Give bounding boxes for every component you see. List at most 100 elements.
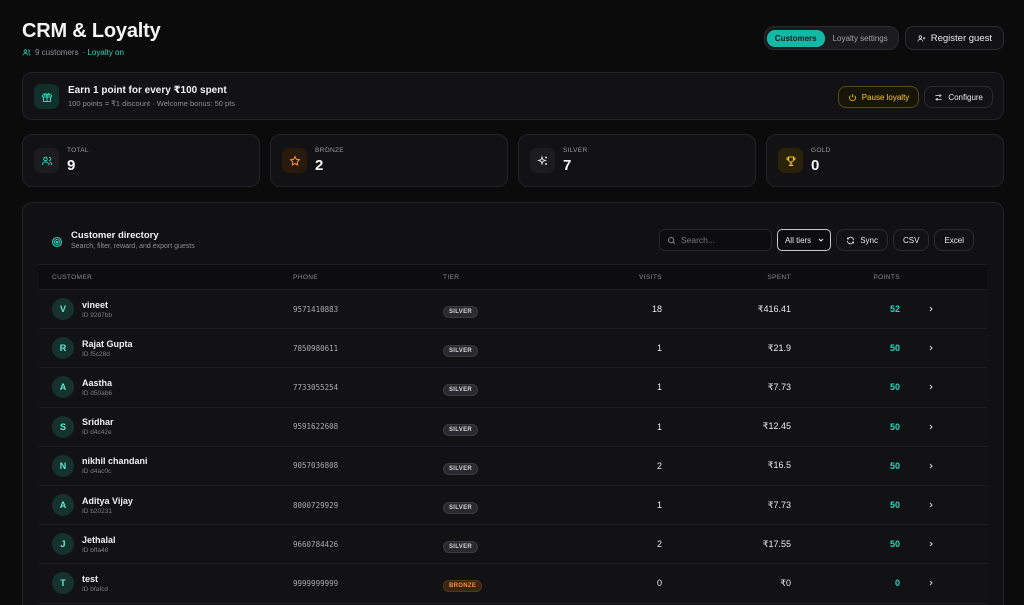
customer-visits: 2 xyxy=(656,460,662,471)
avatar: V xyxy=(52,298,74,321)
export-excel-button[interactable]: Excel xyxy=(934,229,974,251)
tier-badge: BRONZE xyxy=(443,580,483,593)
tier-badge: SILVER xyxy=(443,384,479,397)
avatar: A xyxy=(52,376,74,399)
tier-filter-select[interactable]: All tiers xyxy=(776,229,832,251)
page-subtitle: 9 customers · Loyalty on xyxy=(22,48,161,57)
star-icon xyxy=(289,154,300,166)
tier-badge: SILVER xyxy=(443,462,479,475)
sliders-icon xyxy=(935,93,942,101)
table-row[interactable]: A Aastha ID d50ab6 7733055254 SILVER 1 ₹… xyxy=(39,368,987,408)
table-row[interactable]: V vineet ID 9287bb 9571410883 SILVER 18 … xyxy=(39,290,987,330)
customer-id: ID bfafcd xyxy=(82,585,109,593)
chevron-down-icon xyxy=(818,238,824,242)
pause-loyalty-button[interactable]: Pause loyalty xyxy=(837,86,920,108)
table-row[interactable]: N nikhil chandani ID d4ac0c 9057036808 S… xyxy=(39,446,987,486)
tier-badge: SILVER xyxy=(443,306,479,319)
customer-name: Rajat Gupta xyxy=(82,338,133,349)
customer-id: ID 9287bb xyxy=(82,311,112,319)
customer-id: ID bffa48 xyxy=(82,546,109,554)
tab-customers[interactable]: Customers xyxy=(766,29,825,47)
customer-spent: ₹17.55 xyxy=(762,538,791,549)
configure-button[interactable]: Configure xyxy=(924,86,993,108)
avatar: A xyxy=(52,494,74,517)
customer-name: nikhil chandani xyxy=(82,456,148,467)
customer-spent: ₹7.73 xyxy=(767,381,791,392)
tab-loyalty-settings[interactable]: Loyalty settings xyxy=(825,30,896,47)
stat-label: SILVER xyxy=(563,147,588,154)
stat-card-bronze: BRONZE 2 xyxy=(270,134,508,187)
customer-table: CUSTOMER PHONE TIER VISITS SPENT POINTS … xyxy=(39,264,987,604)
stat-label: BRONZE xyxy=(315,147,344,154)
customer-id: ID d50ab6 xyxy=(82,389,112,397)
customer-name: Jethalal xyxy=(82,534,116,545)
column-header-tier[interactable]: TIER xyxy=(443,274,593,281)
table-body: V vineet ID 9287bb 9571410883 SILVER 18 … xyxy=(39,290,987,604)
table-row[interactable]: J Jethalal ID bffa48 9660784426 SILVER 2… xyxy=(39,525,987,565)
users-icon xyxy=(22,49,31,56)
avatar: T xyxy=(52,572,74,595)
directory-subtitle: Search, filter, reward, and export guest… xyxy=(71,243,195,250)
customer-spent: ₹7.73 xyxy=(767,499,791,510)
export-csv-button[interactable]: CSV xyxy=(892,229,930,251)
table-row[interactable]: T test ID bfafcd 9999999999 BRONZE 0 ₹0 … xyxy=(39,564,987,604)
refresh-icon xyxy=(847,236,855,244)
customer-name: Aastha xyxy=(82,377,113,388)
page-title: CRM & Loyalty xyxy=(22,20,161,42)
stat-value: 7 xyxy=(563,157,572,174)
customer-visits: 1 xyxy=(656,500,662,511)
chevron-right-icon[interactable] xyxy=(927,462,935,470)
customer-spent: ₹21.9 xyxy=(767,342,791,353)
loyalty-status: · Loyalty on xyxy=(82,48,124,57)
chevron-right-icon[interactable] xyxy=(927,540,935,548)
column-header-spent[interactable]: SPENT xyxy=(662,274,791,281)
column-header-points[interactable]: POINTS xyxy=(791,274,900,281)
tier-badge: SILVER xyxy=(443,502,479,515)
gift-icon xyxy=(41,92,52,102)
register-guest-button[interactable]: Register guest xyxy=(904,26,1004,50)
search-input[interactable] xyxy=(680,235,766,245)
chevron-right-icon[interactable] xyxy=(927,501,935,509)
customer-phone: 9591622608 xyxy=(293,422,339,432)
customer-points: 50 xyxy=(889,539,900,550)
customer-points: 50 xyxy=(889,382,900,393)
customer-id: ID f5c28d xyxy=(82,350,110,358)
table-row[interactable]: R Rajat Gupta ID f5c28d 7850980611 SILVE… xyxy=(39,329,987,369)
customer-points: 52 xyxy=(889,304,900,315)
customer-id: ID d4ac0c xyxy=(82,468,112,476)
column-header-phone[interactable]: PHONE xyxy=(293,274,443,281)
stat-value: 9 xyxy=(67,157,76,174)
customer-directory: Customer directory Search, filter, rewar… xyxy=(22,202,1004,605)
customer-points: 50 xyxy=(889,460,900,471)
chevron-right-icon[interactable] xyxy=(927,579,935,587)
directory-title: Customer directory xyxy=(71,230,159,241)
chevron-right-icon[interactable] xyxy=(927,383,935,391)
sync-label: Sync xyxy=(860,235,878,245)
pause-loyalty-label: Pause loyalty xyxy=(861,92,910,102)
tier-badge: SILVER xyxy=(443,541,479,554)
customer-visits: 1 xyxy=(656,382,662,393)
loyalty-rule-title: Earn 1 point for every ₹100 spent xyxy=(68,85,227,96)
customer-name: test xyxy=(82,573,99,584)
customer-points: 50 xyxy=(889,343,900,354)
trophy-icon xyxy=(785,156,796,166)
stat-card-silver: SILVER 7 xyxy=(518,134,756,187)
customer-phone: 9660784426 xyxy=(293,539,339,549)
chevron-right-icon[interactable] xyxy=(927,423,935,431)
sync-button[interactable]: Sync xyxy=(836,229,888,251)
view-tabs: Customers Loyalty settings xyxy=(763,26,899,50)
customer-phone: 7850980611 xyxy=(293,343,339,353)
chevron-right-icon[interactable] xyxy=(927,344,935,352)
customer-visits: 1 xyxy=(656,343,662,354)
table-row[interactable]: A Aditya Vijay ID b20231 8000729929 SILV… xyxy=(39,485,987,526)
chevron-right-icon[interactable] xyxy=(927,305,935,313)
customer-visits: 0 xyxy=(656,578,662,589)
users-icon xyxy=(41,156,52,165)
column-header-visits[interactable]: VISITS xyxy=(593,274,662,281)
sparkles-icon xyxy=(536,154,547,166)
table-row[interactable]: S Sridhar ID d4c42e 9591622608 SILVER 1 … xyxy=(39,407,987,447)
column-header-customer[interactable]: CUSTOMER xyxy=(39,274,293,281)
customer-name: Sridhar xyxy=(82,417,114,428)
customer-name: Aditya Vijay xyxy=(82,495,133,506)
avatar: R xyxy=(52,337,74,360)
